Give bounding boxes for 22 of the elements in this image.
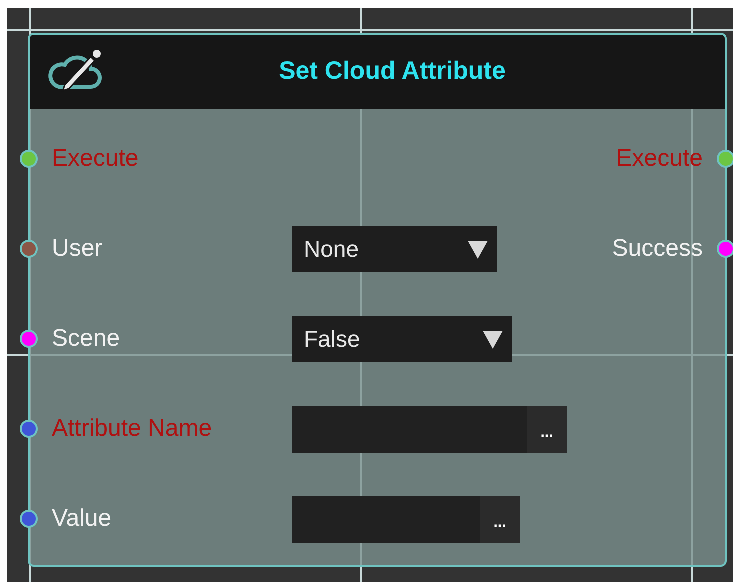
pin[interactable] (20, 150, 38, 168)
input-label: Execute (52, 144, 140, 174)
dropdown-triangle-icon (482, 328, 504, 350)
browse-button[interactable]: ... (480, 496, 520, 542)
input-label: User (52, 234, 104, 264)
input-label: Attribute Name (52, 414, 214, 444)
input-field[interactable]: ... (292, 406, 567, 452)
pin[interactable] (20, 510, 38, 528)
output-label: Success (612, 234, 703, 264)
dropdown[interactable]: None (292, 226, 497, 272)
output-label: Execute (616, 144, 703, 174)
pin[interactable] (20, 330, 38, 348)
dropdown-triangle-icon (467, 238, 489, 260)
browse-button[interactable]: ... (527, 406, 567, 452)
input-label: Scene (52, 324, 122, 354)
dropdown[interactable]: False (292, 316, 512, 362)
pin[interactable] (20, 240, 38, 258)
input-field[interactable]: ... (292, 496, 520, 542)
node-title: Set Cloud Attribute (278, 56, 506, 88)
cloud-pencil-icon (47, 49, 105, 93)
pin[interactable] (20, 420, 38, 438)
input-label: Value (52, 504, 113, 534)
